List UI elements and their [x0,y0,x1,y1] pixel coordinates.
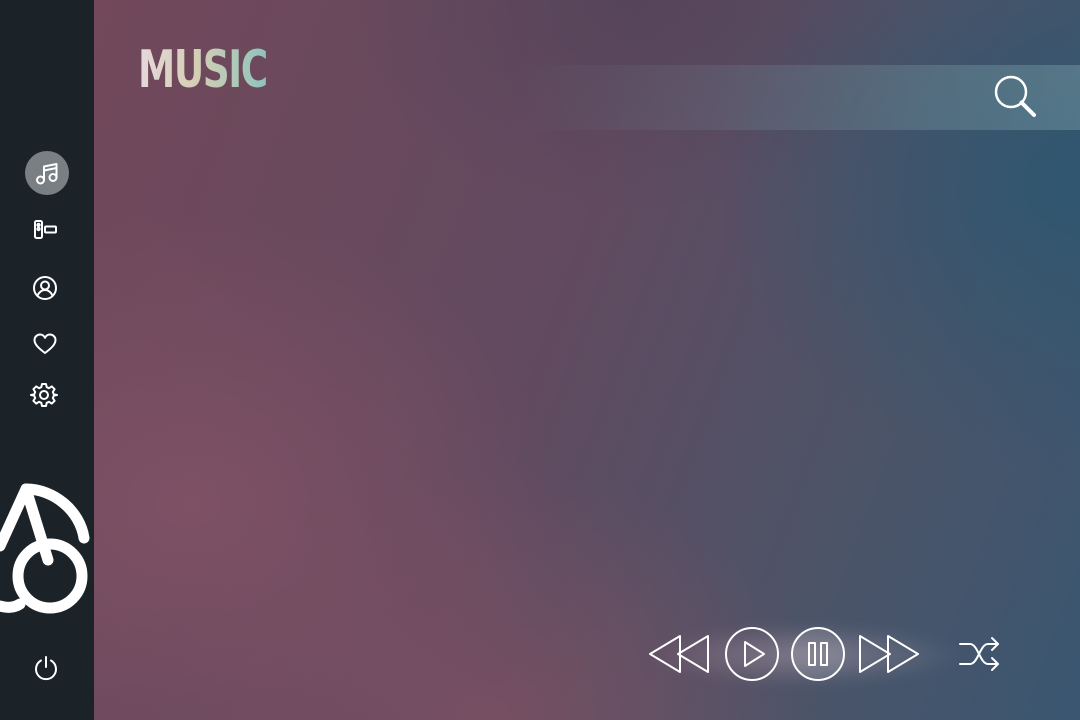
fast-forward-button[interactable] [858,632,922,676]
search-icon [991,72,1039,124]
pause-icon [790,626,846,682]
player-controls [638,616,1018,694]
power-icon [32,654,60,686]
page-title: MUSIC [138,40,268,100]
music-note-icon [33,159,61,187]
heart-icon [31,330,59,358]
shuffle-icon [956,632,1004,676]
pause-button[interactable] [790,626,846,682]
main-area: MUSIC [94,0,1080,720]
search-button[interactable] [990,73,1040,123]
radio-icon [32,215,60,243]
cherry-logo-icon [0,476,94,626]
search-bar [514,65,1080,130]
power-button[interactable] [28,652,64,688]
sidebar-item-settings[interactable] [22,373,66,417]
sidebar [0,0,94,720]
search-input[interactable] [514,65,974,130]
rewind-icon [646,632,710,676]
fast-forward-icon [858,632,922,676]
rewind-button[interactable] [646,632,710,676]
music-app: MUSIC [0,0,1080,720]
gear-icon [30,381,58,409]
sidebar-item-music[interactable] [25,151,69,195]
sidebar-item-profile[interactable] [23,266,67,310]
sidebar-item-favorites[interactable] [23,322,67,366]
sidebar-item-radio[interactable] [24,207,68,251]
play-icon [724,626,780,682]
shuffle-button[interactable] [956,632,1004,676]
user-circle-icon [31,274,59,302]
play-button[interactable] [724,626,780,682]
